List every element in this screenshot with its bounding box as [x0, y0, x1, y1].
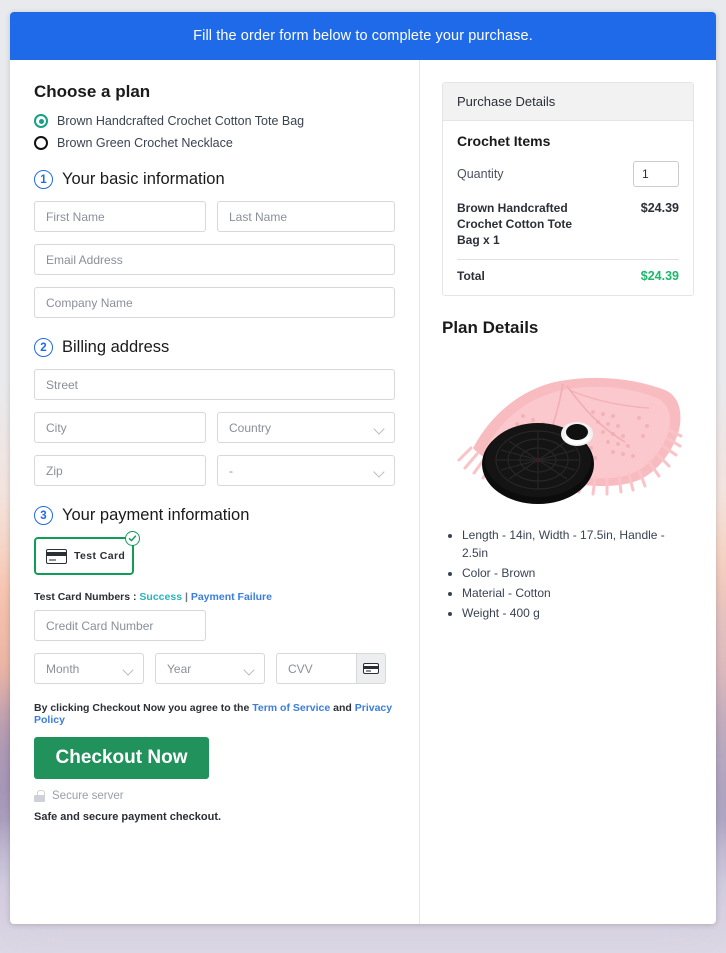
first-name-input[interactable]: First Name [34, 201, 206, 232]
total-value: $24.39 [640, 269, 679, 284]
link-separator: | [184, 591, 188, 603]
divider [457, 259, 679, 261]
step-number-badge: 2 [34, 338, 53, 357]
month-select[interactable]: Month [34, 653, 144, 684]
plan-detail-bullets: Length - 14in, Width - 17.5in, Handle - … [442, 526, 694, 622]
step-header-payment-info: 3 Your payment information [34, 506, 395, 525]
check-circle-icon [125, 531, 140, 546]
credit-card-row: Credit Card Number [34, 610, 395, 641]
checkout-card: Fill the order form below to complete yo… [10, 12, 716, 924]
line-item-price: $24.39 [640, 201, 679, 215]
choose-plan-title: Choose a plan [34, 82, 151, 101]
terms-of-service-link[interactable]: Term of Service [252, 702, 330, 714]
quantity-label: Quantity [457, 167, 504, 181]
safe-checkout-note: Safe and secure payment checkout. [34, 811, 222, 823]
company-input[interactable]: Company Name [34, 287, 395, 318]
quantity-row: Quantity 1 [457, 161, 679, 187]
test-card-numbers-line: Test Card Numbers : Success | Payment Fa… [34, 591, 395, 603]
step-label: Billing address [62, 338, 170, 356]
street-input[interactable]: Street [34, 369, 395, 400]
lock-icon [34, 790, 45, 802]
test-card-label: Test Card [74, 550, 126, 562]
terms-agreement-text: By clicking Checkout Now you agree to th… [34, 702, 395, 726]
city-input[interactable]: City [34, 412, 206, 443]
city-country-row: City Country [34, 412, 395, 443]
email-row: Email Address [34, 244, 395, 275]
step-header-billing-address: 2 Billing address [34, 338, 395, 357]
plan-option-1-label: Brown Handcrafted Crochet Cotton Tote Ba… [57, 114, 305, 128]
secure-server-label: Secure server [52, 790, 124, 802]
banner: Fill the order form below to complete yo… [10, 12, 716, 60]
plan-option-2[interactable]: Brown Green Crochet Necklace [34, 136, 395, 150]
step-label: Your basic information [62, 170, 225, 188]
test-card-numbers-label: Test Card Numbers : [34, 591, 137, 603]
expiry-cvv-row: Month Year CVV [34, 653, 395, 684]
cvv-input[interactable]: CVV [276, 653, 356, 684]
list-item: Material - Cotton [462, 584, 694, 602]
email-input[interactable]: Email Address [34, 244, 395, 275]
list-item: Weight - 400 g [462, 604, 694, 622]
agree-prefix: By clicking Checkout Now you agree to th… [34, 702, 250, 714]
plan-details-title: Plan Details [442, 318, 539, 338]
test-card-method-tile[interactable]: Test Card [34, 531, 140, 575]
purchase-details-box: Purchase Details Crochet Items Quantity … [442, 82, 694, 297]
step-header-basic-info: 1 Your basic information [34, 170, 395, 189]
purchase-details-header: Purchase Details [443, 83, 693, 121]
success-link[interactable]: Success [139, 591, 182, 603]
company-row: Company Name [34, 287, 395, 318]
credit-card-icon [363, 663, 379, 674]
banner-text: Fill the order form below to complete yo… [193, 28, 533, 44]
step-number-badge: 1 [34, 170, 53, 189]
street-row: Street [34, 369, 395, 400]
quantity-input[interactable]: 1 [633, 161, 679, 187]
order-form-column: Choose a plan Brown Handcrafted Crochet … [10, 60, 420, 924]
checkout-now-button[interactable]: Checkout Now [34, 737, 209, 779]
cvv-card-icon [356, 653, 386, 684]
card-body: Choose a plan Brown Handcrafted Crochet … [10, 60, 716, 924]
radio-icon-unselected[interactable] [34, 136, 48, 150]
line-item-row: Brown Handcrafted Crochet Cotton Tote Ba… [457, 201, 679, 248]
purchase-details-body: Crochet Items Quantity 1 Brown Handcraft… [443, 121, 693, 295]
last-name-input[interactable]: Last Name [217, 201, 395, 232]
summary-column: Purchase Details Crochet Items Quantity … [420, 60, 716, 924]
step-label: Your payment information [62, 506, 250, 524]
list-item: Length - 14in, Width - 17.5in, Handle - … [462, 526, 694, 562]
list-item: Color - Brown [462, 564, 694, 582]
year-select[interactable]: Year [155, 653, 265, 684]
plan-option-2-label: Brown Green Crochet Necklace [57, 136, 233, 150]
zip-input[interactable]: Zip [34, 455, 206, 486]
credit-card-number-input[interactable]: Credit Card Number [34, 610, 206, 641]
product-image [442, 356, 694, 517]
total-row: Total $24.39 [457, 269, 679, 283]
plan-option-1[interactable]: Brown Handcrafted Crochet Cotton Tote Ba… [34, 114, 395, 128]
zip-state-row: Zip - [34, 455, 395, 486]
step-number-badge: 3 [34, 506, 53, 525]
agree-and: and [333, 702, 352, 714]
crochet-items-title: Crochet Items [457, 133, 551, 149]
country-select[interactable]: Country [217, 412, 395, 443]
payment-failure-link[interactable]: Payment Failure [191, 591, 272, 603]
radio-icon-selected[interactable] [34, 114, 48, 128]
line-item-name: Brown Handcrafted Crochet Cotton Tote Ba… [457, 201, 573, 247]
credit-card-icon [46, 548, 67, 564]
secure-server-row: Secure server [34, 790, 395, 802]
total-label: Total [457, 269, 485, 284]
name-row: First Name Last Name [34, 201, 395, 232]
cvv-group: CVV [276, 653, 386, 684]
state-select[interactable]: - [217, 455, 395, 486]
